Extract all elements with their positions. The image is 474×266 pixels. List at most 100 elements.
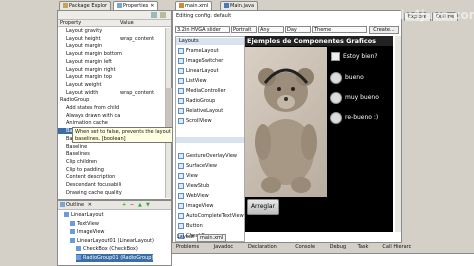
palette-item[interactable]: MediaController	[178, 87, 226, 96]
property-row[interactable]: Layout margin right	[58, 67, 166, 73]
property-row[interactable]: RadioGroup	[58, 97, 166, 103]
property-row[interactable]: Layout height wrap_content	[58, 36, 166, 42]
bottom-tab[interactable]: Problems	[174, 243, 201, 251]
create-button[interactable]: Create...	[369, 26, 399, 34]
tab-layout[interactable]: Layout	[177, 234, 194, 240]
bottom-tab[interactable]: Javadoc	[212, 243, 236, 251]
arreglar-button[interactable]: Arreglar	[247, 199, 279, 215]
palette-item[interactable]: WebView	[178, 192, 209, 201]
tab-main-xml[interactable]: main.xml	[175, 1, 213, 10]
radio-label-muy-bueno[interactable]: muy bueno	[345, 94, 379, 101]
property-row[interactable]: Layout margin top	[58, 74, 166, 80]
property-row[interactable]: Drawing cache quality	[58, 190, 166, 196]
property-row[interactable]: Content description	[58, 174, 166, 180]
remove-icon[interactable]: −	[130, 201, 134, 210]
property-name: Clip children	[66, 158, 98, 165]
radio-label-re-bueno[interactable]: re-bueno :)	[345, 114, 378, 121]
bottom-tab[interactable]: Task	[356, 243, 371, 251]
outline-item[interactable]: RadioGroup01 (RadioGroup)	[76, 253, 154, 262]
property-row[interactable]: Clip to padding	[58, 167, 166, 173]
property-name: Layout height	[66, 35, 101, 42]
palette-item[interactable]: ScrollView	[178, 117, 212, 126]
property-row[interactable]: Always drawn with ca	[58, 113, 166, 119]
palette-item[interactable]: ViewStub	[178, 182, 209, 191]
palette-item[interactable]: ImageSwitcher	[178, 57, 223, 66]
bottom-tab[interactable]: Console	[293, 243, 317, 251]
outline-item[interactable]: LinearLayout01 (LinearLayout)	[70, 237, 154, 245]
palette-item[interactable]: SurfaceView	[178, 162, 217, 171]
close-icon[interactable]: ✕	[150, 3, 154, 9]
palette-item[interactable]: ImageView	[178, 202, 214, 211]
tab-package-explorer[interactable]: Package Explor	[59, 1, 112, 10]
close-icon[interactable]: ✕	[88, 202, 92, 208]
property-row[interactable]: Baseline	[58, 144, 166, 150]
property-row[interactable]: Layout width wrap_content	[58, 90, 166, 96]
tab-main-java[interactable]: Main.java	[220, 1, 259, 10]
radio-re-bueno[interactable]	[330, 112, 342, 124]
bottom-tab[interactable]: Declaration	[246, 243, 279, 251]
property-name: Layout margin right	[66, 66, 116, 73]
any-select[interactable]: Any	[258, 26, 284, 33]
property-row[interactable]: Clip children	[58, 159, 166, 165]
outline-tree: LinearLayout TextView ImageView LinearLayou…	[58, 211, 171, 266]
property-value[interactable]: wrap_content	[120, 90, 154, 96]
palette-item[interactable]: AutoCompleteTextView	[178, 212, 244, 221]
toolbar-icon[interactable]	[160, 12, 166, 18]
tab-properties[interactable]: Properties ✕	[113, 1, 159, 10]
palette-item[interactable]: RadioGroup	[178, 97, 215, 106]
radio-muy-bueno[interactable]	[330, 92, 342, 104]
bottom-tab[interactable]: Call Hierarc	[380, 243, 413, 251]
palette-item[interactable]: LinearLayout	[178, 67, 219, 76]
palette-item[interactable]: View	[178, 172, 198, 181]
canvas-tab-bar: Layout main.xml	[175, 234, 295, 242]
add-icon[interactable]: +	[122, 201, 126, 210]
property-name: RadioGroup	[60, 97, 90, 104]
palette-item[interactable]: GestureOverlayView	[178, 152, 237, 161]
checkbox-label[interactable]: Estoy bien?	[343, 53, 378, 60]
day-select[interactable]: Day	[285, 26, 311, 33]
theme-select[interactable]: Theme	[312, 26, 367, 33]
node-icon	[76, 246, 81, 251]
down-icon[interactable]: ▼	[146, 201, 150, 210]
radio-label-bueno[interactable]: bueno	[345, 74, 364, 81]
palette-item-label: ImageSwitcher	[186, 58, 224, 64]
outline-item[interactable]: CheckBox (CheckBox)	[76, 245, 138, 253]
property-row[interactable]: Add states from child	[58, 105, 166, 111]
property-row[interactable]: Descendant focusabili	[58, 182, 166, 188]
canvas-scrollbar[interactable]	[395, 36, 401, 232]
outline-tab[interactable]: Outline ✕ + − ▲ ▼	[58, 201, 171, 210]
toolbar-icon[interactable]	[151, 12, 157, 18]
teddy-bear-image[interactable]	[245, 47, 327, 197]
property-row[interactable]: Layout weight	[58, 82, 166, 88]
palette-item[interactable]: RelativeLayout	[178, 107, 223, 116]
node-icon	[70, 229, 75, 234]
outline-item[interactable]: LinearLayout	[64, 211, 104, 219]
bottom-tab[interactable]: Debug	[328, 243, 348, 251]
palette-item[interactable]: Button	[178, 222, 203, 231]
palette-layouts-header[interactable]: Layouts	[176, 38, 244, 45]
property-row[interactable]: Layout gravity	[58, 28, 166, 34]
orientation-select[interactable]: Portrait	[231, 26, 257, 33]
checkbox-box[interactable]	[331, 52, 340, 61]
radio-bueno[interactable]	[330, 72, 342, 84]
property-row[interactable]: Layout margin left	[58, 59, 166, 65]
property-row[interactable]: Animation cache	[58, 120, 166, 126]
property-row[interactable]: Layout margin bottom	[58, 51, 166, 57]
widget-icon	[178, 107, 184, 114]
properties-scrollbar[interactable]	[165, 28, 172, 198]
palette-item[interactable]: FrameLayout	[178, 47, 219, 56]
outline-item[interactable]: TextView	[70, 220, 99, 228]
java-file-icon	[224, 3, 229, 8]
outline-item[interactable]: ImageView	[70, 228, 105, 236]
palette-item[interactable]: ListView	[178, 77, 207, 86]
property-row[interactable]: Baselines	[58, 151, 166, 157]
outline-view: Outline ✕ + − ▲ ▼ LinearLayout TextView Im…	[57, 200, 172, 266]
palette-item-label: ImageView	[186, 203, 214, 209]
property-value[interactable]: wrap_content	[120, 36, 154, 42]
device-select[interactable]: 3.2in HVGA slider	[175, 26, 230, 33]
widget-icon	[178, 182, 184, 189]
tab-main-xml-source[interactable]: main.xml	[197, 234, 227, 242]
up-icon[interactable]: ▲	[138, 201, 142, 210]
property-name: Layout margin top	[66, 74, 113, 81]
property-row[interactable]: Layout margin	[58, 43, 166, 49]
